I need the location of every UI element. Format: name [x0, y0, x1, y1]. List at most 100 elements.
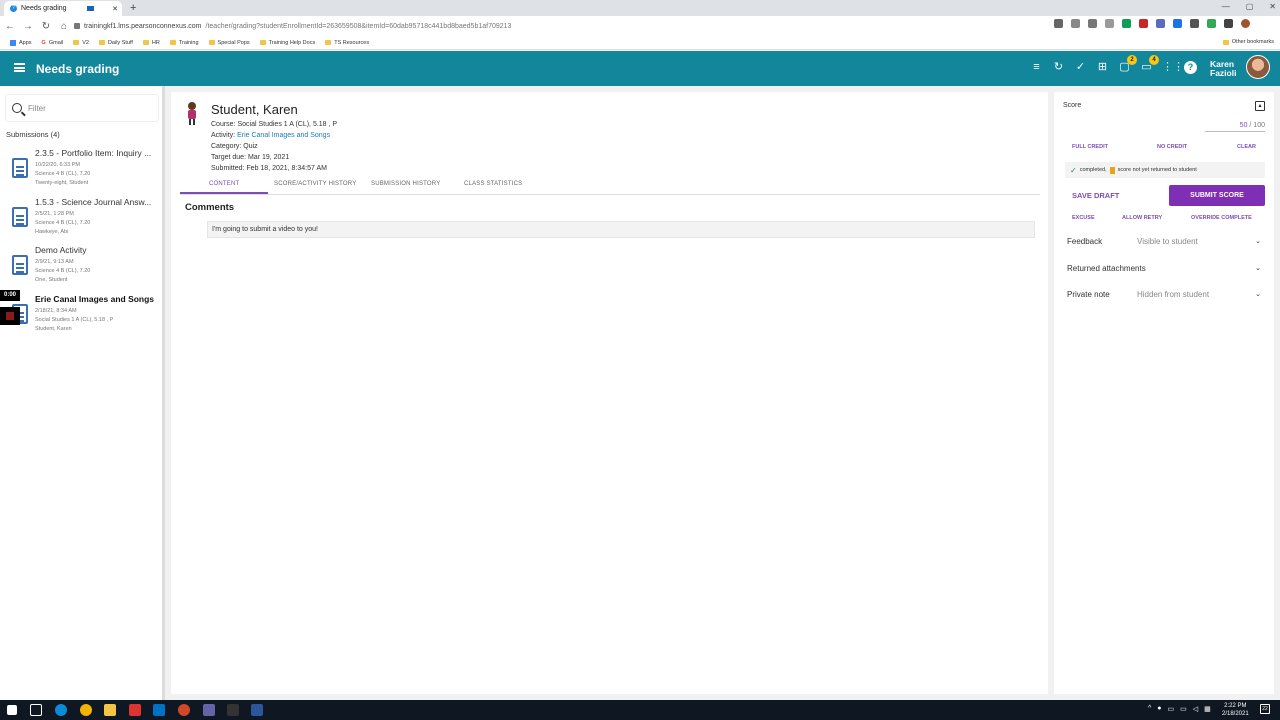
extension-blue-icon[interactable] [1156, 19, 1165, 28]
feedback-section[interactable]: Feedback Visible to student ⌄ [1067, 237, 1267, 246]
messages-badge: 4 [1149, 55, 1159, 65]
key-icon[interactable] [1071, 19, 1080, 28]
tab-submission-history[interactable]: SUBMISSION HISTORY [371, 181, 440, 187]
user-name[interactable]: Karen Fazioli [1210, 60, 1236, 78]
menu-icon[interactable] [14, 63, 25, 72]
powerpoint-icon[interactable] [178, 704, 190, 716]
keyboard-icon[interactable]: ▦ [1204, 705, 1211, 713]
pdf-icon[interactable] [1139, 19, 1148, 28]
volume-icon[interactable]: ◁ [1193, 705, 1198, 713]
private-note-section[interactable]: Private note Hidden from student ⌄ [1067, 290, 1267, 299]
close-window-icon[interactable]: ✕ [1269, 2, 1276, 11]
window-controls: — ▢ ✕ [1222, 2, 1276, 11]
collapse-panel-icon[interactable]: ▴ [1255, 101, 1265, 111]
address-bar[interactable]: trainingkf1.lms.pearsonconnexus.com/teac… [74, 19, 1084, 33]
word-icon[interactable] [251, 704, 263, 716]
apps-grid-icon[interactable]: ⋮⋮ [1162, 61, 1184, 74]
tab-content[interactable]: CONTENT [209, 181, 239, 187]
chevron-up-icon[interactable]: ^ [1148, 705, 1151, 713]
score-input[interactable]: 50 / 100 [1205, 122, 1265, 132]
bookmark-apps[interactable]: Apps [10, 39, 32, 46]
zoom-icon[interactable] [1088, 19, 1097, 28]
submission-title: Erie Canal Images and Songs [35, 294, 155, 304]
check-icon: ✓ [1070, 165, 1077, 175]
assignments-icon[interactable]: ▢ 2 [1118, 55, 1137, 74]
full-credit-button[interactable]: FULL CREDIT [1072, 144, 1108, 150]
other-bookmarks[interactable]: Other bookmarks [1222, 39, 1274, 45]
stop-recording-button[interactable] [0, 307, 20, 325]
submission-title: Demo Activity [35, 245, 87, 255]
url-path: /teacher/grading?studentEnrollmentId=263… [205, 22, 512, 30]
bookmark-v2[interactable]: V2 [73, 40, 89, 46]
refresh-icon[interactable]: ↻ [1052, 61, 1065, 74]
bookmark-training-help-docs[interactable]: Training Help Docs [259, 40, 315, 46]
system-clock[interactable]: 2:22 PM 2/18/2021 [1222, 702, 1249, 718]
check-icon[interactable]: ✓ [1074, 61, 1087, 74]
flag-icon [1109, 166, 1115, 174]
browser-tab-bar [0, 0, 1280, 16]
bookmark-gmail[interactable]: G Gmail [42, 40, 64, 46]
battery-icon[interactable]: ▭ [1180, 705, 1187, 713]
task-view-icon[interactable] [30, 704, 42, 716]
returned-attachments-section[interactable]: Returned attachments ⌄ [1067, 264, 1267, 273]
teams-icon[interactable] [203, 704, 215, 716]
extension-dark-icon[interactable] [1190, 19, 1199, 28]
avatar[interactable] [1246, 55, 1270, 79]
notification-icon[interactable]: 22 [1260, 704, 1270, 714]
edge-icon[interactable] [55, 704, 67, 716]
reload-icon[interactable]: ↻ [38, 21, 54, 32]
tab-class-statistics[interactable]: CLASS STATISTICS [464, 181, 522, 187]
submit-score-button[interactable]: SUBMIT SCORE [1169, 185, 1265, 206]
back-icon[interactable]: ← [2, 21, 18, 32]
tab-score-activity-history[interactable]: SCORE/ACTIVITY HISTORY [274, 181, 356, 187]
file-explorer-icon[interactable] [104, 704, 116, 716]
outlook-icon[interactable] [153, 704, 165, 716]
cast-icon[interactable] [1054, 19, 1063, 28]
acrobat-icon[interactable] [227, 704, 239, 716]
filter-icon[interactable]: ≡ [1030, 61, 1043, 74]
bookmark-special-pops[interactable]: Special Pops [208, 40, 250, 46]
mic-icon[interactable]: ● [1157, 705, 1161, 713]
folder-icon [142, 40, 149, 45]
override-complete-button[interactable]: OVERRIDE COMPLETE [1191, 215, 1252, 221]
minimize-icon[interactable]: — [1222, 2, 1230, 11]
submission-item-selected[interactable]: Erie Canal Images and Songs 2/18/21, 8:3… [0, 294, 162, 340]
home-icon[interactable]: ⌂ [56, 21, 72, 32]
browser-tab[interactable]: ? Needs grading ✕ [4, 1, 122, 16]
forward-icon[interactable]: → [20, 21, 36, 32]
folder-icon [259, 40, 266, 45]
translate-icon[interactable] [1173, 19, 1182, 28]
submission-item[interactable]: 2.3.5 - Portfolio Item: Inquiry ... 10/2… [0, 148, 162, 194]
add-box-icon[interactable]: ⊞ [1096, 61, 1109, 74]
bookmark-daily-stuff[interactable]: Daily Stuff [98, 40, 133, 46]
help-icon[interactable]: ? [1184, 61, 1197, 74]
allow-retry-button[interactable]: ALLOW RETRY [1122, 215, 1162, 221]
app-icon-red[interactable] [129, 704, 141, 716]
save-draft-button[interactable]: SAVE DRAFT [1072, 191, 1119, 200]
help-favicon-icon: ? [10, 5, 17, 12]
windows-start-icon[interactable] [7, 705, 17, 715]
bookmark-hr[interactable]: HR [142, 40, 160, 46]
bookmark-ts-resources[interactable]: TS Resources [325, 40, 369, 46]
grammarly-icon[interactable] [1207, 19, 1216, 28]
clear-button[interactable]: CLEAR [1237, 144, 1256, 150]
document-icon [12, 255, 28, 275]
bookmark-training[interactable]: Training [169, 40, 199, 46]
score-panel [1054, 92, 1274, 694]
star-icon[interactable] [1105, 19, 1114, 28]
profile-icon[interactable] [1241, 19, 1250, 28]
new-tab-button[interactable]: + [130, 2, 136, 14]
submission-item[interactable]: 1.5.3 - Science Journal Answ... 2/5/21, … [0, 197, 162, 243]
close-tab-icon[interactable]: ✕ [112, 5, 118, 13]
chrome-icon[interactable] [80, 704, 92, 716]
network-icon[interactable]: ▭ [1168, 705, 1175, 713]
excuse-button[interactable]: EXCUSE [1072, 215, 1095, 221]
extension-green-icon[interactable] [1122, 19, 1131, 28]
filter-input[interactable]: Filter [5, 94, 159, 122]
maximize-icon[interactable]: ▢ [1246, 2, 1254, 11]
activity-link[interactable]: Erie Canal Images and Songs [237, 132, 330, 139]
no-credit-button[interactable]: NO CREDIT [1157, 144, 1187, 150]
messages-icon[interactable]: ▭ 4 [1140, 55, 1159, 74]
puzzle-icon[interactable] [1224, 19, 1233, 28]
submission-item[interactable]: Demo Activity 2/9/21, 9:13 AM Science 4 … [0, 245, 162, 291]
